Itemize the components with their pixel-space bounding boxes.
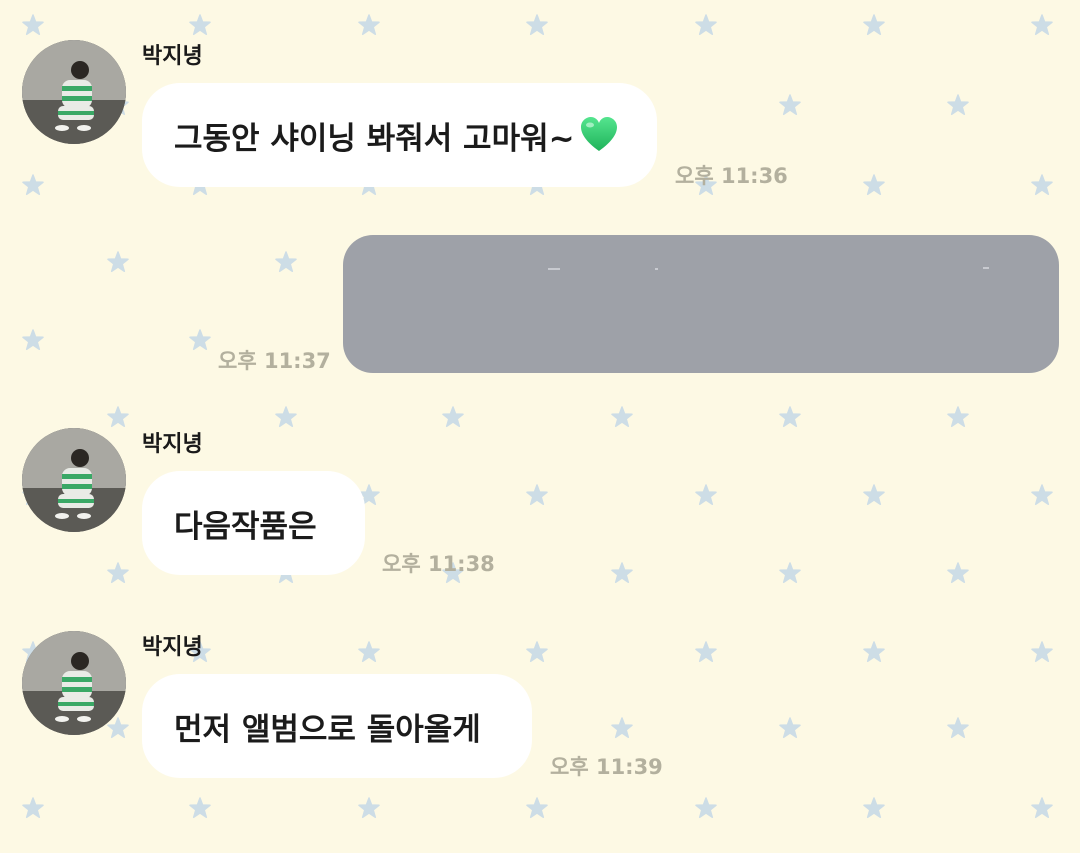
star-icon <box>695 484 717 506</box>
redaction-artifact <box>983 267 989 269</box>
redaction-artifact <box>548 268 560 270</box>
star-icon <box>358 797 380 819</box>
green-heart-icon <box>579 115 619 155</box>
star-icon <box>779 406 801 428</box>
outgoing-message-bubble[interactable] <box>343 235 1059 373</box>
star-icon <box>779 562 801 584</box>
star-icon <box>695 14 717 36</box>
star-icon <box>107 251 129 273</box>
star-icon <box>947 562 969 584</box>
sender-name: 박지녕 <box>142 635 203 660</box>
star-icon <box>1031 797 1053 819</box>
message-timestamp: 오후 11:38 <box>382 552 495 576</box>
sender-name: 박지녕 <box>142 44 203 69</box>
message-text: 먼저 앨범으로 돌아올게 <box>174 711 481 748</box>
star-icon <box>442 406 464 428</box>
redaction-artifact <box>655 268 658 270</box>
star-icon <box>1031 14 1053 36</box>
star-icon <box>947 717 969 739</box>
star-icon <box>1031 641 1053 663</box>
star-icon <box>275 406 297 428</box>
profile-photo <box>22 631 126 735</box>
star-icon <box>526 14 548 36</box>
star-icon <box>1031 174 1053 196</box>
star-icon <box>863 797 885 819</box>
message-text: 그동안 샤이닝 봐줘서 고마워~ <box>174 120 575 157</box>
star-icon <box>779 717 801 739</box>
star-icon <box>526 484 548 506</box>
star-icon <box>611 562 633 584</box>
star-icon <box>947 94 969 116</box>
star-icon <box>189 329 211 351</box>
message-timestamp: 오후 11:36 <box>675 164 788 188</box>
star-icon <box>863 641 885 663</box>
sender-name: 박지녕 <box>142 432 203 457</box>
star-icon <box>22 14 44 36</box>
avatar[interactable] <box>22 631 126 735</box>
star-icon <box>863 484 885 506</box>
star-icon <box>695 641 717 663</box>
star-icon <box>107 562 129 584</box>
star-icon <box>526 797 548 819</box>
star-icon <box>863 174 885 196</box>
message-bubble[interactable]: 다음작품은 <box>142 471 365 575</box>
avatar[interactable] <box>22 428 126 532</box>
star-icon <box>947 406 969 428</box>
star-icon <box>863 14 885 36</box>
message-text: 다음작품은 <box>174 508 317 545</box>
star-icon <box>358 14 380 36</box>
star-icon <box>358 641 380 663</box>
star-icon <box>22 797 44 819</box>
message-bubble[interactable]: 먼저 앨범으로 돌아올게 <box>142 674 532 778</box>
star-icon <box>611 717 633 739</box>
star-icon <box>189 797 211 819</box>
star-icon <box>275 251 297 273</box>
star-icon <box>695 797 717 819</box>
star-icon <box>189 14 211 36</box>
message-timestamp: 오후 11:37 <box>218 349 331 373</box>
profile-photo <box>22 40 126 144</box>
message-timestamp: 오후 11:39 <box>550 755 663 779</box>
star-icon <box>22 329 44 351</box>
profile-photo <box>22 428 126 532</box>
star-icon <box>526 641 548 663</box>
star-icon <box>1031 484 1053 506</box>
star-icon <box>779 94 801 116</box>
star-icon <box>22 174 44 196</box>
message-bubble[interactable]: 그동안 샤이닝 봐줘서 고마워~ <box>142 83 657 187</box>
avatar[interactable] <box>22 40 126 144</box>
star-icon <box>107 406 129 428</box>
star-icon <box>611 406 633 428</box>
star-icon <box>107 717 129 739</box>
